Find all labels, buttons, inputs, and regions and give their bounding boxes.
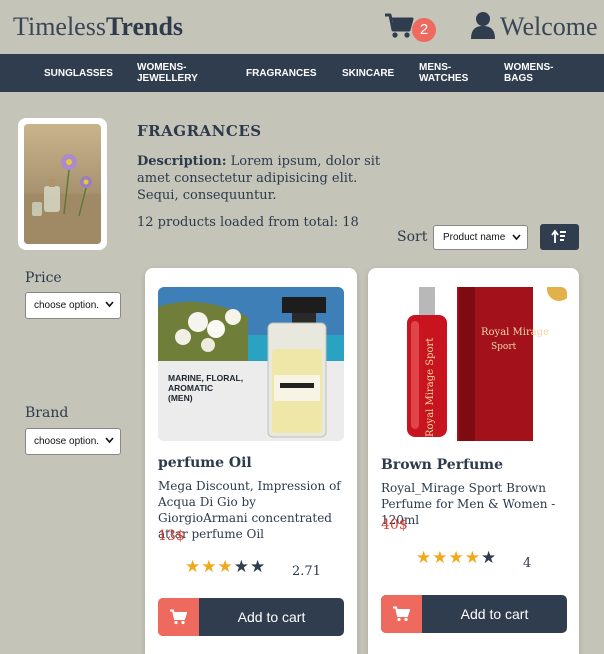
price-filter-value: choose option. xyxy=(34,300,100,311)
description-label: Description: xyxy=(137,154,227,169)
logo-light: Timeless xyxy=(13,12,106,41)
svg-text:MARINE, FLORAL,: MARINE, FLORAL, xyxy=(168,373,243,383)
price-filter-label: Price xyxy=(25,270,62,286)
product-name[interactable]: perfume Oil xyxy=(158,455,252,471)
product-card[interactable]: MARINE, FLORAL, AROMATIC (MEN) perfume O… xyxy=(145,268,357,654)
sort-order-icon xyxy=(551,229,566,243)
brand-filter-select[interactable]: choose option. xyxy=(25,428,121,455)
star-icon: ★ xyxy=(464,548,481,568)
cart-button[interactable]: 2 xyxy=(384,12,438,42)
price-filter-select[interactable]: choose option. xyxy=(25,292,121,319)
rating-stars: ★★★★★ xyxy=(416,548,497,568)
star-icon: ★ xyxy=(448,548,465,568)
product-description: Royal_Mirage Sport Brown Perfume for Men… xyxy=(381,481,556,527)
add-to-cart-label: Add to cart xyxy=(237,609,306,625)
nav-item-mens-watches[interactable]: MENS-WATCHES xyxy=(419,62,479,84)
category-description: Description: Lorem ipsum, dolor sit amet… xyxy=(137,153,387,204)
category-thumbnail xyxy=(18,118,107,250)
product-image[interactable]: Royal Mirage Sport Royal Mirage Sport xyxy=(381,287,567,441)
chevron-down-icon xyxy=(105,301,114,308)
star-icon: ★ xyxy=(201,557,218,577)
sort-label: Sort xyxy=(397,229,428,245)
top-bar: TimelessTrends 2 Welcome xyxy=(0,0,604,54)
product-name[interactable]: Brown Perfume xyxy=(381,457,503,473)
rating-value: 4 xyxy=(523,556,532,571)
svg-text:(MEN): (MEN) xyxy=(168,393,193,403)
rating-stars: ★★★★★ xyxy=(185,557,266,577)
star-icon: ★ xyxy=(185,557,202,577)
product-image[interactable]: MARINE, FLORAL, AROMATIC (MEN) xyxy=(158,287,344,441)
nav-item-sunglasses[interactable]: SUNGLASSES xyxy=(44,68,113,79)
star-icon: ★ xyxy=(432,548,449,568)
star-icon: ★ xyxy=(416,548,433,568)
category-image xyxy=(24,124,101,244)
nav-item-fragrances[interactable]: FRAGRANCES xyxy=(246,68,317,79)
add-to-cart-button[interactable]: Add to cart xyxy=(381,595,567,633)
star-icon: ★ xyxy=(217,557,234,577)
cart-icon xyxy=(385,13,414,38)
cart-count-badge: 2 xyxy=(412,18,436,42)
product-card[interactable]: Royal Mirage Sport Royal Mirage Sport Br… xyxy=(368,268,579,654)
svg-text:Sport: Sport xyxy=(491,342,517,352)
chevron-down-icon xyxy=(512,234,521,241)
star-icon: ★ xyxy=(250,557,267,577)
user-icon[interactable] xyxy=(471,11,495,39)
svg-text:Royal Mirage: Royal Mirage xyxy=(481,327,549,338)
sort-order-button[interactable] xyxy=(540,224,579,250)
svg-text:AROMATIC: AROMATIC xyxy=(168,383,213,393)
add-to-cart-label: Add to cart xyxy=(460,606,529,622)
category-title: FRAGRANCES xyxy=(137,122,262,140)
category-nav: SUNGLASSES WOMENS-JEWELLERY FRAGRANCES S… xyxy=(0,54,604,92)
brand-filter-label: Brand xyxy=(25,405,69,421)
welcome-text[interactable]: Welcome xyxy=(500,12,598,42)
products-loaded-text: 12 products loaded from total: 18 xyxy=(137,215,359,230)
logo[interactable]: TimelessTrends xyxy=(13,12,183,42)
rating-value: 2.71 xyxy=(292,564,321,579)
add-to-cart-button[interactable]: Add to cart xyxy=(158,598,344,636)
brand-filter-value: choose option. xyxy=(34,436,100,447)
sort-selected-value: Product name xyxy=(443,232,506,243)
chevron-down-icon xyxy=(105,437,114,444)
product-price: 40$ xyxy=(381,517,408,533)
svg-text:Royal Mirage Sport: Royal Mirage Sport xyxy=(425,338,436,437)
product-description: Mega Discount, Impression of Acqua Di Gi… xyxy=(158,479,341,541)
product-price: 13$ xyxy=(158,528,185,544)
nav-item-skincare[interactable]: SKINCARE xyxy=(342,68,394,79)
star-icon: ★ xyxy=(233,557,250,577)
cart-icon xyxy=(381,595,422,633)
sort-select[interactable]: Product name xyxy=(433,225,528,250)
star-icon: ★ xyxy=(481,548,498,568)
nav-item-womens-jewellery[interactable]: WOMENS-JEWELLERY xyxy=(137,62,217,84)
nav-item-womens-bags[interactable]: WOMENS-BAGS xyxy=(504,62,564,84)
cart-icon xyxy=(158,598,199,636)
logo-bold: Trends xyxy=(105,12,184,41)
